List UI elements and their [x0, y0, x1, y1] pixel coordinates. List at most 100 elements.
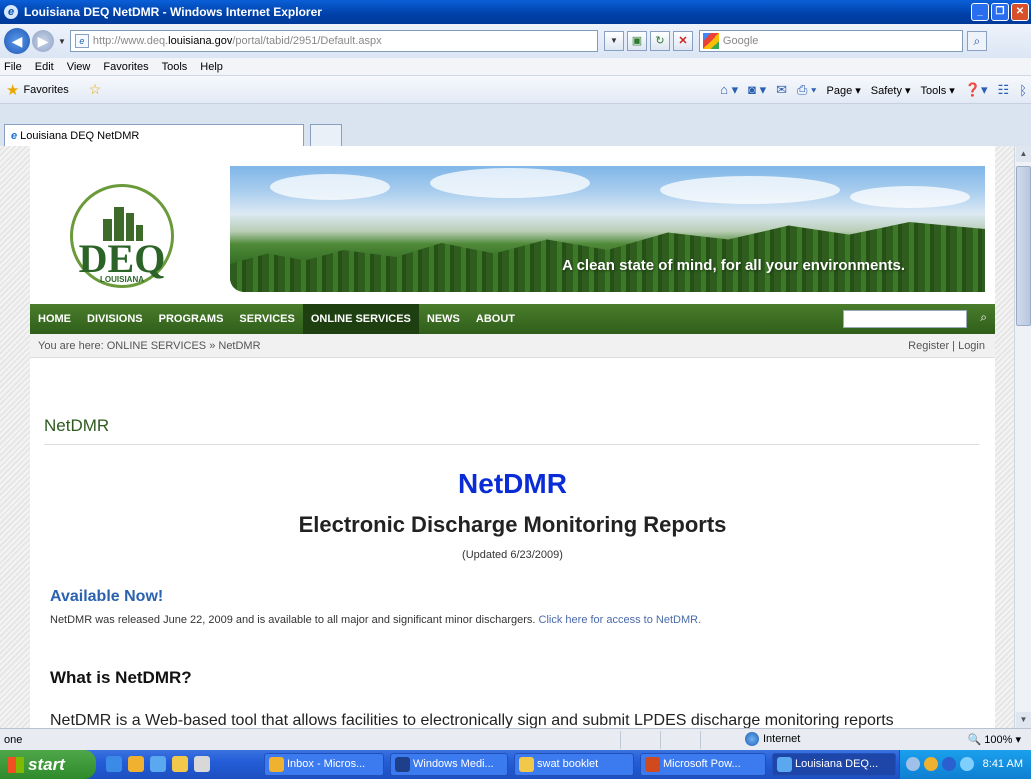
favorites-star-icon[interactable]: ★: [6, 81, 19, 99]
stop-icon[interactable]: ✕: [672, 31, 693, 51]
address-dropdown-button[interactable]: ▼: [603, 31, 624, 51]
page-icon: e: [74, 34, 89, 48]
nav-news[interactable]: NEWS: [419, 304, 468, 334]
logo-text: DEQ: [78, 236, 166, 281]
status-text: one: [4, 733, 23, 746]
tray-network-icon[interactable]: [942, 757, 956, 771]
scroll-down-icon[interactable]: ▼: [1016, 712, 1031, 728]
maximize-button[interactable]: ❐: [991, 3, 1009, 21]
vertical-scrollbar[interactable]: ▲ ▼: [1014, 146, 1031, 728]
quicklaunch-icon[interactable]: [106, 756, 122, 772]
new-tab-button[interactable]: [310, 124, 342, 146]
site-search-input[interactable]: [843, 310, 967, 328]
menu-tools[interactable]: Tools: [162, 61, 188, 73]
taskbar-btn-ie[interactable]: Louisiana DEQ...: [772, 753, 896, 776]
outlook-icon: [269, 757, 284, 772]
nav-home[interactable]: HOME: [30, 304, 79, 334]
nav-programs[interactable]: PROGRAMS: [151, 304, 232, 334]
taskbar-btn-media[interactable]: Windows Medi...: [390, 753, 508, 776]
safety-menu[interactable]: Safety ▾: [871, 84, 911, 97]
search-placeholder: Google: [722, 35, 759, 47]
menu-edit[interactable]: Edit: [35, 61, 54, 73]
history-dropdown-icon[interactable]: ▼: [58, 37, 66, 46]
url-domain: louisiana.gov: [168, 35, 233, 47]
favorites-button[interactable]: Favorites: [23, 84, 68, 96]
search-input[interactable]: Google: [698, 30, 963, 52]
available-body: NetDMR was released June 22, 2009 and is…: [50, 614, 539, 626]
tab-label: Louisiana DEQ NetDMR: [20, 129, 140, 142]
add-favorite-icon[interactable]: ☆: [89, 81, 102, 98]
what-is-heading: What is NetDMR?: [50, 668, 192, 687]
tray-arrow-icon[interactable]: [906, 757, 920, 771]
nav-divisions[interactable]: DIVISIONS: [79, 304, 151, 334]
start-label: start: [28, 755, 65, 774]
taskbar-btn-swat[interactable]: swat booklet: [514, 753, 634, 776]
clock[interactable]: 8:41 AM: [983, 750, 1023, 779]
ie-tab-icon: e: [11, 129, 18, 142]
breadcrumb[interactable]: You are here: ONLINE SERVICES » NetDMR: [38, 340, 261, 352]
content-heading: NetDMR: [458, 468, 567, 499]
scroll-thumb[interactable]: [1016, 166, 1031, 326]
updated-date: (Updated 6/23/2009): [462, 549, 563, 561]
banner-image: A clean state of mind, for all your envi…: [230, 166, 985, 292]
back-button[interactable]: ◀: [4, 28, 30, 54]
folder-icon: [519, 757, 534, 772]
nav-about[interactable]: ABOUT: [468, 304, 523, 334]
tools-menu[interactable]: Tools ▾: [921, 84, 955, 97]
ie-quick-icon[interactable]: [150, 756, 166, 772]
ie-icon: [777, 757, 792, 772]
tab-bar: e Louisiana DEQ NetDMR: [0, 104, 1031, 146]
help-icon[interactable]: ❓▾: [965, 82, 988, 98]
forward-button[interactable]: ▶: [32, 30, 54, 52]
site-search-icon[interactable]: ⌕: [980, 310, 987, 325]
folder-quick-icon[interactable]: [172, 756, 188, 772]
address-input[interactable]: e http://www.deq. louisiana.gov/portal/ta…: [69, 30, 598, 52]
menu-view[interactable]: View: [67, 61, 91, 73]
google-icon: [702, 33, 719, 49]
address-toolbar: ◀ ▶ ▼ e http://www.deq. louisiana.gov/por…: [0, 24, 1031, 58]
scroll-up-icon[interactable]: ▲: [1016, 146, 1031, 162]
tray-outlook-icon[interactable]: [924, 757, 938, 771]
compatibility-view-icon[interactable]: ▣: [626, 31, 647, 51]
mail-icon[interactable]: ✉: [776, 82, 787, 98]
desktop-quick-icon[interactable]: [194, 756, 210, 772]
taskbar-btn-powerpoint[interactable]: Microsoft Pow...: [640, 753, 766, 776]
register-login-link[interactable]: Register | Login: [908, 334, 985, 358]
internet-globe-icon: [745, 732, 759, 746]
window-titlebar: e Louisiana DEQ NetDMR - Windows Interne…: [0, 0, 1031, 24]
menu-help[interactable]: Help: [200, 61, 223, 73]
start-button[interactable]: start: [0, 750, 96, 779]
taskbar-btn-inbox[interactable]: Inbox - Micros...: [264, 753, 384, 776]
available-text: NetDMR was released June 22, 2009 and is…: [50, 614, 701, 626]
minimize-button[interactable]: _: [971, 3, 989, 21]
tab-louisiana-deq[interactable]: e Louisiana DEQ NetDMR: [4, 124, 304, 146]
page-menu[interactable]: Page ▾: [827, 84, 861, 97]
available-heading: Available Now!: [50, 588, 164, 605]
what-is-body: NetDMR is a Web-based tool that allows f…: [50, 712, 894, 728]
menu-favorites[interactable]: Favorites: [103, 61, 148, 73]
powerpoint-icon: [645, 757, 660, 772]
research-icon[interactable]: ☷: [998, 82, 1010, 98]
zoom-level[interactable]: 🔍 100% ▾: [968, 733, 1021, 746]
search-icon[interactable]: ⌕: [966, 31, 987, 51]
feeds-icon[interactable]: ◙ ▾: [748, 82, 766, 98]
bluetooth-icon[interactable]: ᛒ: [1019, 83, 1027, 98]
main-nav: HOME DIVISIONS PROGRAMS SERVICES ONLINE …: [30, 304, 995, 334]
outlook-quick-icon[interactable]: [128, 756, 144, 772]
security-zone[interactable]: Internet: [745, 732, 800, 746]
tray-search-icon[interactable]: [960, 757, 974, 771]
deq-logo[interactable]: DEQ LOUISIANA: [70, 184, 174, 288]
ie-logo-icon: e: [4, 5, 18, 19]
media-player-icon: [395, 757, 410, 772]
nav-online-services[interactable]: ONLINE SERVICES: [302, 304, 419, 334]
nav-services[interactable]: SERVICES: [231, 304, 302, 334]
netdmr-access-link[interactable]: Click here for access to NetDMR.: [539, 614, 702, 626]
close-button[interactable]: ✕: [1011, 3, 1029, 21]
quick-launch: [106, 756, 210, 772]
print-icon[interactable]: ⎙ ▾: [797, 82, 816, 98]
home-icon[interactable]: ⌂ ▾: [720, 82, 738, 98]
windows-taskbar: start Inbox - Micros... Windows Medi... …: [0, 750, 1031, 779]
menu-file[interactable]: File: [4, 61, 22, 73]
windows-flag-icon: [8, 757, 24, 773]
refresh-icon[interactable]: ↻: [649, 31, 670, 51]
